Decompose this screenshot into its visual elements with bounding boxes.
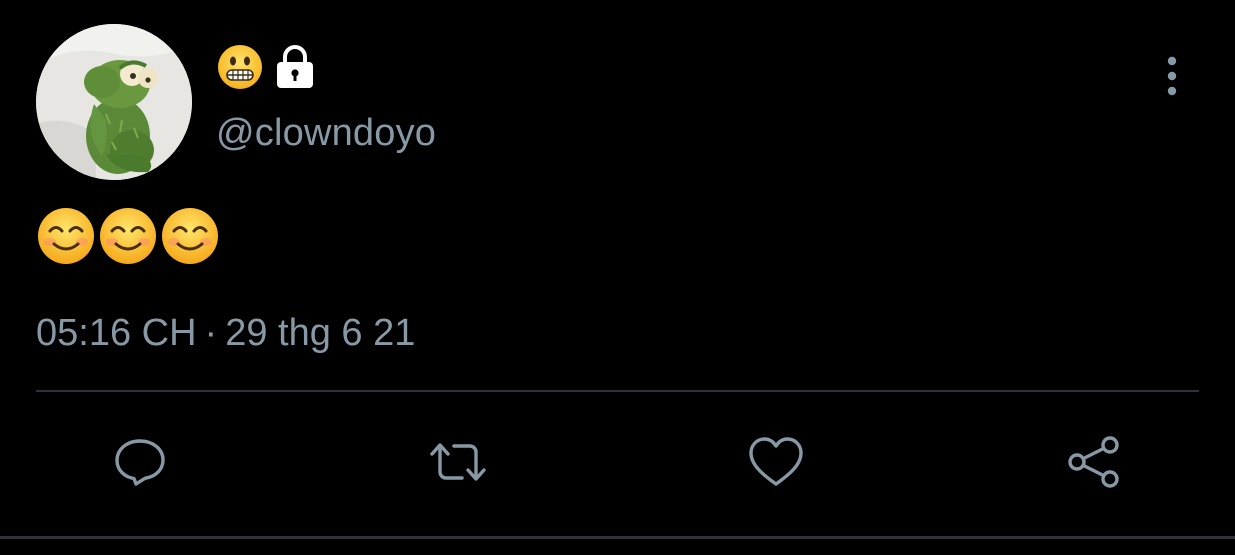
retweet-button[interactable] [426,430,490,494]
tweet-text [36,206,220,266]
share-icon [1068,436,1119,488]
heart-icon [749,437,803,486]
display-name[interactable] [216,42,316,92]
separator-dot: · [204,312,218,354]
share-button[interactable] [1062,430,1126,494]
reply-button[interactable] [108,430,172,494]
lock-icon [277,45,313,88]
tweet-date: 29 thg 6 21 [225,312,416,354]
tweet-time: 05:16 CH [36,312,197,354]
retweet-icon [430,443,486,481]
smiling-face-emoji [38,208,94,264]
avatar[interactable] [36,24,192,180]
kermit-avatar-image [36,24,192,180]
bottom-divider [0,536,1235,539]
grimacing-face-icon [218,45,262,89]
tweet-detail: @clowndoyo 05:16 CH · 29 thg 6 21 [0,0,1235,555]
comment-icon [115,439,165,486]
tweet-timestamp[interactable]: 05:16 CH · 29 thg 6 21 [36,310,415,356]
smiling-face-emoji [100,208,156,264]
like-button[interactable] [744,430,808,494]
more-options-button[interactable] [1150,52,1194,100]
divider [36,390,1199,392]
user-handle[interactable]: @clowndoyo [216,110,436,156]
smiling-face-emoji [162,208,218,264]
vertical-dots-icon [1167,56,1177,96]
